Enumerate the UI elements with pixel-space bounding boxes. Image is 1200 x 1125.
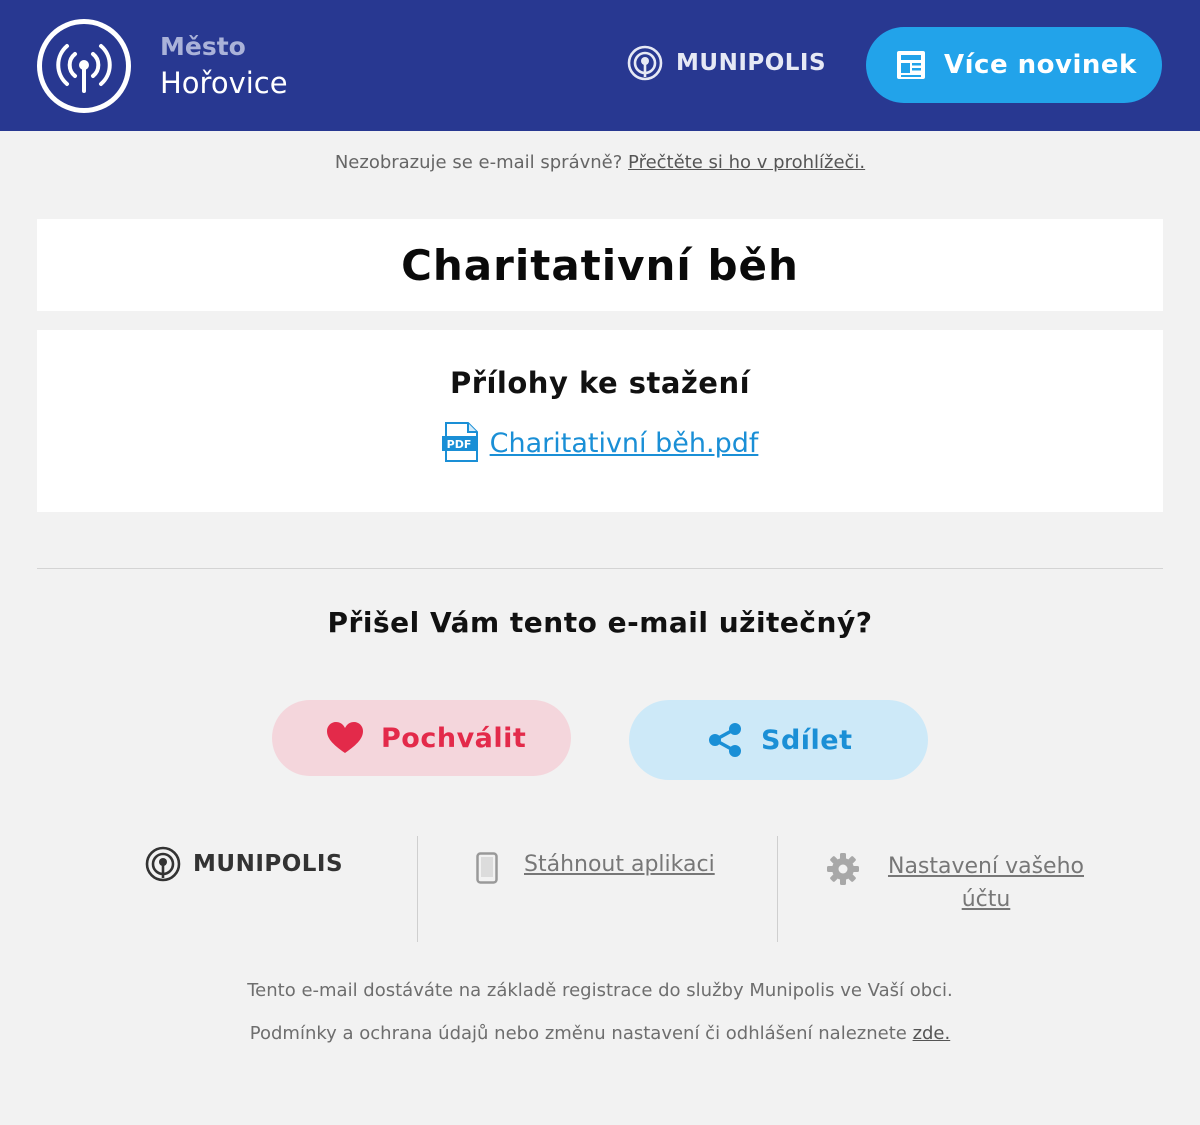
attachment-link[interactable]: Charitativní běh.pdf bbox=[490, 428, 759, 459]
brand-text: MUNIPOLIS bbox=[676, 50, 827, 76]
munipolis-brand[interactable]: MUNIPOLIS bbox=[626, 44, 826, 82]
article-title: Charitativní běh bbox=[401, 240, 799, 290]
attachment-item[interactable]: PDF Charitativní běh.pdf bbox=[37, 422, 1163, 464]
town-logo[interactable] bbox=[37, 19, 131, 113]
more-news-label: Více novinek bbox=[944, 50, 1137, 80]
footer-app-column: Stáhnout aplikaci bbox=[417, 836, 777, 942]
footer-note: Tento e-mail dostáváte na základě regist… bbox=[247, 980, 953, 1001]
footer-account-column: Nastavení vašeho účtu bbox=[777, 836, 1163, 942]
munipolis-logo-icon bbox=[627, 45, 663, 81]
view-in-browser-link[interactable]: Přečtěte si ho v prohlížeči. bbox=[628, 152, 865, 173]
pdf-file-icon: PDF bbox=[441, 422, 478, 462]
account-settings-link[interactable]: Nastavení vašeho účtu bbox=[878, 850, 1094, 916]
praise-button[interactable]: Pochválit bbox=[272, 700, 571, 776]
share-button[interactable]: Sdílet bbox=[629, 700, 928, 780]
footer-brand-column: MUNIPOLIS bbox=[37, 836, 417, 942]
newspaper-icon bbox=[897, 51, 925, 79]
broadcast-antenna-icon bbox=[56, 44, 112, 93]
town-prefix: Město bbox=[160, 32, 246, 61]
feedback-question: Přišel Vám tento e-mail užitečný? bbox=[327, 606, 873, 639]
town-name: Hořovice bbox=[160, 66, 288, 100]
divider bbox=[37, 568, 1163, 569]
download-app-link[interactable]: Stáhnout aplikaci bbox=[524, 852, 715, 877]
munipolis-logo-icon bbox=[145, 846, 181, 882]
footer-brand-text: MUNIPOLIS bbox=[193, 851, 344, 877]
header: Město Hořovice MUNIPOLIS Více novinek bbox=[0, 0, 1200, 131]
footer-terms-link[interactable]: zde. bbox=[913, 1023, 951, 1044]
footer-terms: Podmínky a ochrana údajů nebo změnu nast… bbox=[0, 1023, 1200, 1044]
footer-munipolis-brand[interactable]: MUNIPOLIS bbox=[144, 845, 343, 883]
share-label: Sdílet bbox=[761, 724, 853, 756]
attachments-card: Přílohy ke stažení PDF Charitativní běh.… bbox=[37, 330, 1163, 512]
smartphone-icon bbox=[476, 852, 498, 884]
footer-terms-text: Podmínky a ochrana údajů nebo změnu nast… bbox=[249, 1023, 907, 1044]
heart-icon bbox=[327, 722, 363, 753]
pdf-icon-label: PDF bbox=[446, 438, 471, 451]
praise-label: Pochválit bbox=[381, 722, 527, 754]
gear-icon bbox=[827, 853, 859, 885]
attachments-heading: Přílohy ke stažení bbox=[449, 366, 751, 400]
share-icon bbox=[709, 723, 741, 757]
preheader: Nezobrazuje se e-mail správně? Přečtěte … bbox=[0, 152, 1200, 173]
more-news-button[interactable]: Více novinek bbox=[866, 27, 1162, 103]
article-title-card: Charitativní běh bbox=[37, 219, 1163, 311]
preheader-text: Nezobrazuje se e-mail správně? bbox=[334, 152, 623, 173]
